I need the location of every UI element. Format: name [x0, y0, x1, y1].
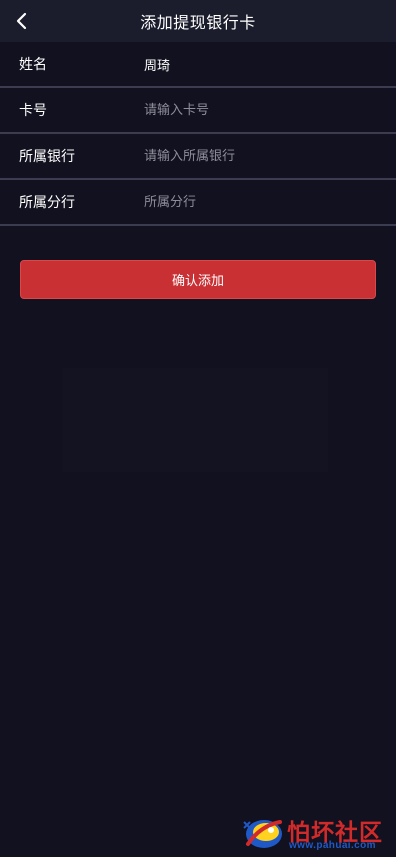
brand-logo-icon [243, 820, 282, 848]
name-row: 姓名 周琦 [0, 42, 396, 88]
app-screen: 添加提现银行卡 姓名 周琦 卡号 所属银行 所属分行 确认添加 怕坏社区 [0, 0, 396, 857]
confirm-add-button[interactable]: 确认添加 [20, 260, 376, 299]
name-label: 姓名 [19, 57, 47, 73]
card-number-input[interactable] [144, 95, 374, 125]
bank-label: 所属银行 [19, 149, 75, 165]
bank-input[interactable] [144, 141, 374, 171]
bank-row: 所属银行 [0, 134, 396, 180]
faint-watermark-area [62, 368, 328, 472]
site-watermark-logo: 怕坏社区 www.pahuai.com [240, 812, 392, 854]
watermark-url-text: www.pahuai.com [289, 840, 376, 851]
chevron-left-icon [16, 12, 27, 30]
top-bar: 添加提现银行卡 [0, 0, 396, 42]
back-button[interactable] [8, 6, 36, 36]
card-number-label: 卡号 [19, 103, 47, 119]
bank-card-form: 姓名 周琦 卡号 所属银行 所属分行 [0, 42, 396, 226]
branch-label: 所属分行 [19, 195, 75, 211]
branch-row: 所属分行 [0, 180, 396, 226]
name-value: 周琦 [144, 58, 171, 74]
card-number-row: 卡号 [0, 88, 396, 134]
branch-input[interactable] [144, 187, 374, 217]
page-title: 添加提现银行卡 [140, 13, 256, 32]
